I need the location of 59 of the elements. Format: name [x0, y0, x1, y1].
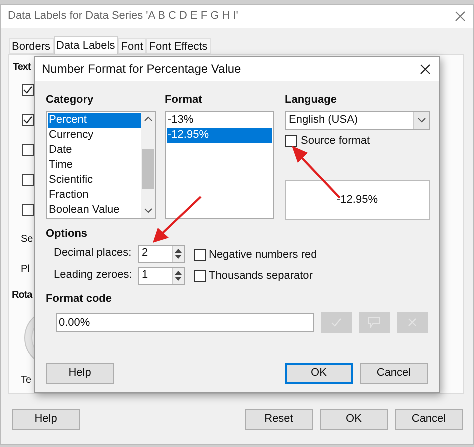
caret-icon	[418, 118, 426, 123]
field-label: Te	[21, 374, 32, 388]
window-title: Data Labels for Data Series 'A B C D E F G H I'	[8, 9, 238, 24]
section-heading: Category	[46, 93, 95, 108]
scrollbar[interactable]	[141, 112, 155, 218]
list-item[interactable]: Percent	[48, 113, 141, 128]
preview-text: -12.95%	[337, 192, 378, 208]
checkbox[interactable]	[22, 144, 34, 156]
section-heading: Format code	[46, 292, 114, 307]
checkbox[interactable]	[194, 270, 206, 282]
list-item[interactable]: Scientific	[48, 173, 141, 188]
dialog-button[interactable]: OK	[285, 363, 353, 384]
dialog-title: Number Format for Percentage Value	[42, 61, 242, 78]
checkbox[interactable]	[22, 204, 34, 216]
checkbox[interactable]	[285, 135, 297, 147]
section-heading: Language	[285, 93, 338, 108]
tab[interactable]: Font Effects	[146, 38, 211, 54]
dialog-button[interactable]: OK	[320, 409, 388, 430]
list-item[interactable]: -13%	[167, 113, 272, 128]
spin-down-icon[interactable]	[175, 276, 182, 280]
checkbox[interactable]	[22, 174, 34, 186]
section-heading: Format	[165, 93, 204, 108]
dialog-button[interactable]: Help	[12, 409, 80, 430]
checkbox[interactable]	[22, 114, 34, 126]
checkbox-label: Negative numbers red	[209, 248, 318, 263]
tab[interactable]: Data Labels	[54, 36, 118, 55]
field-label: Decimal places:	[54, 246, 133, 262]
tab[interactable]: Font	[118, 38, 146, 54]
format-code-field[interactable]: 0.00%	[56, 313, 314, 332]
spin-up-icon[interactable]	[175, 248, 182, 252]
checkbox-label: Thousands separator	[209, 268, 313, 284]
section-heading: Options	[46, 227, 89, 242]
spin-field[interactable]: 1	[138, 266, 185, 284]
field-label: Se	[21, 233, 34, 247]
list-item[interactable]: Date	[48, 143, 141, 158]
checkbox-label: Source format	[301, 134, 370, 149]
list-item[interactable]: Fraction	[48, 188, 141, 203]
spin-up-icon[interactable]	[175, 270, 182, 274]
section-heading: Rota	[12, 289, 32, 303]
section-heading: Text	[13, 61, 31, 75]
dialog-button[interactable]: Reset	[245, 409, 313, 430]
field-label: Leading zeroes:	[54, 268, 134, 284]
tab[interactable]: Borders	[9, 38, 54, 54]
annotation-arrow	[153, 194, 203, 246]
checkbox[interactable]	[22, 84, 34, 96]
list-item[interactable]: Currency	[48, 128, 141, 143]
language-dropdown[interactable]: English (USA)	[285, 111, 430, 130]
list-item[interactable]: Boolean Value	[48, 203, 141, 218]
checkbox[interactable]	[194, 249, 206, 261]
dialog-button[interactable]: Cancel	[395, 409, 463, 430]
spin-down-icon[interactable]	[175, 254, 182, 258]
list-item[interactable]: Time	[48, 158, 141, 173]
spin-field[interactable]: 2	[138, 244, 185, 262]
close-icon[interactable]	[420, 64, 431, 74]
list-item[interactable]: -12.95%	[167, 128, 272, 143]
dialog-button[interactable]: Cancel	[360, 363, 428, 384]
scroll-thumb[interactable]	[142, 149, 154, 189]
field-label: Pl	[21, 263, 30, 277]
dialog-button[interactable]: Help	[46, 363, 114, 384]
